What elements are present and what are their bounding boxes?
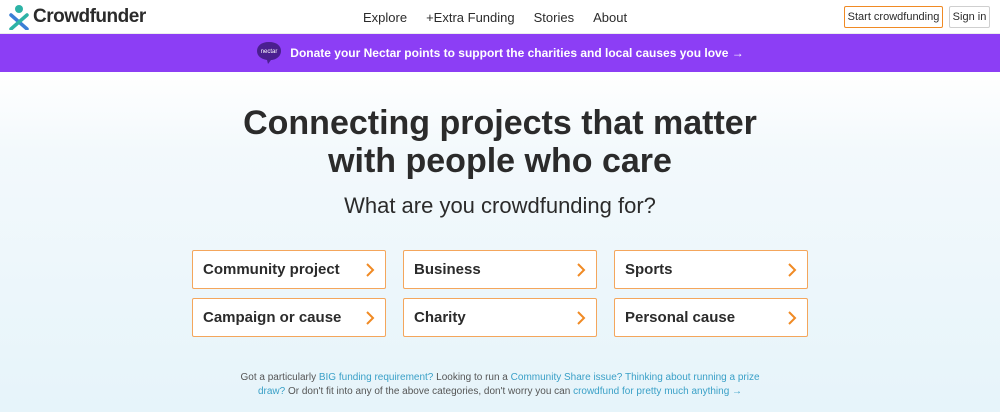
nectar-logo-icon: nectar — [256, 41, 282, 65]
footer-text: Looking to run a — [433, 372, 511, 383]
nav-about[interactable]: About — [593, 10, 627, 25]
banner-text: Donate your Nectar points to support the… — [290, 46, 744, 60]
footer-text: Got a particularly — [240, 372, 319, 383]
crowdfunder-logo[interactable]: Crowdfunder — [8, 4, 146, 30]
page-subheading: What are you crowdfunding for? — [344, 193, 656, 218]
start-crowdfunding-button[interactable]: Start crowdfunding — [844, 6, 943, 28]
category-community-project[interactable]: Community project — [192, 250, 386, 289]
nav-extra-funding[interactable]: +Extra Funding — [426, 10, 515, 25]
category-personal-cause[interactable]: Personal cause — [614, 298, 808, 337]
chevron-right-icon — [366, 262, 375, 277]
crowdfunder-logo-icon — [9, 5, 29, 30]
main-nav: Explore +Extra Funding Stories About — [363, 0, 646, 34]
site-header: Crowdfunder Explore +Extra Funding Stori… — [0, 0, 1000, 34]
category-sports[interactable]: Sports — [614, 250, 808, 289]
logo-text: Crowdfunder — [33, 6, 146, 27]
category-label: Business — [414, 261, 481, 278]
category-grid: Community project Business Sports Campai… — [192, 250, 808, 337]
chevron-right-icon — [577, 262, 586, 277]
chevron-right-icon — [788, 310, 797, 325]
chevron-right-icon — [788, 262, 797, 277]
headline-line-1: Connecting projects that matter — [243, 104, 757, 142]
chevron-right-icon — [577, 310, 586, 325]
nectar-banner[interactable]: nectar Donate your Nectar points to supp… — [0, 34, 1000, 72]
category-label: Sports — [625, 261, 673, 278]
headline-line-2: with people who care — [328, 142, 672, 180]
footer-text: Or don't fit into any of the above categ… — [285, 386, 574, 397]
nectar-badge-text: nectar — [261, 49, 278, 55]
chevron-right-icon — [366, 310, 375, 325]
category-label: Charity — [414, 309, 466, 326]
page-headline: Connecting projects that matter with peo… — [0, 104, 1000, 180]
category-label: Campaign or cause — [203, 309, 342, 326]
category-label: Community project — [203, 261, 340, 278]
category-label: Personal cause — [625, 309, 736, 326]
sign-in-button[interactable]: Sign in — [949, 6, 990, 28]
nav-stories[interactable]: Stories — [534, 10, 574, 25]
category-campaign-or-cause[interactable]: Campaign or cause — [192, 298, 386, 337]
category-business[interactable]: Business — [403, 250, 597, 289]
footer-note: Got a particularly BIG funding requireme… — [240, 371, 760, 399]
crowdfund-anything-link[interactable]: crowdfund for pretty much anything → — [573, 386, 742, 397]
community-share-link[interactable]: Community Share issue? — [511, 372, 623, 383]
big-funding-link[interactable]: BIG funding requirement? — [319, 372, 434, 383]
category-charity[interactable]: Charity — [403, 298, 597, 337]
nav-explore[interactable]: Explore — [363, 10, 407, 25]
